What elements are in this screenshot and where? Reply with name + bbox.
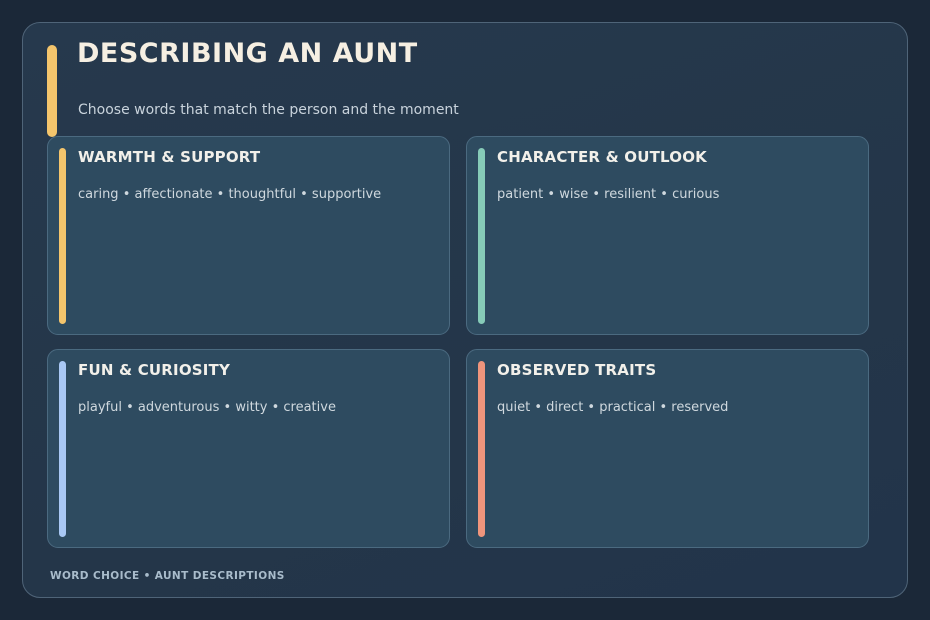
card-title: WARMTH & SUPPORT: [78, 148, 261, 166]
card-accent-bar: [478, 361, 485, 537]
card-word-list: patient • wise • resilient • curious: [497, 187, 720, 202]
card-word-list: playful • adventurous • witty • creative: [78, 400, 336, 415]
card-title: FUN & CURIOSITY: [78, 361, 231, 379]
card-word-list: caring • affectionate • thoughtful • sup…: [78, 187, 382, 202]
card-observed-traits: OBSERVED TRAITS quiet • direct • practic…: [466, 349, 869, 548]
footer-caption: WORD CHOICE • AUNT DESCRIPTIONS: [50, 570, 285, 582]
card-title: OBSERVED TRAITS: [497, 361, 657, 379]
card-title: CHARACTER & OUTLOOK: [497, 148, 708, 166]
card-fun-curiosity: FUN & CURIOSITY playful • adventurous • …: [47, 349, 450, 548]
page-subtitle: Choose words that match the person and t…: [78, 102, 459, 118]
card-accent-bar: [59, 361, 66, 537]
card-character-outlook: CHARACTER & OUTLOOK patient • wise • res…: [466, 136, 869, 335]
title-accent-bar: [47, 45, 57, 137]
page-title: DESCRIBING AN AUNT: [77, 38, 418, 69]
card-accent-bar: [59, 148, 66, 324]
card-warmth-support: WARMTH & SUPPORT caring • affectionate •…: [47, 136, 450, 335]
card-accent-bar: [478, 148, 485, 324]
card-word-list: quiet • direct • practical • reserved: [497, 400, 729, 415]
